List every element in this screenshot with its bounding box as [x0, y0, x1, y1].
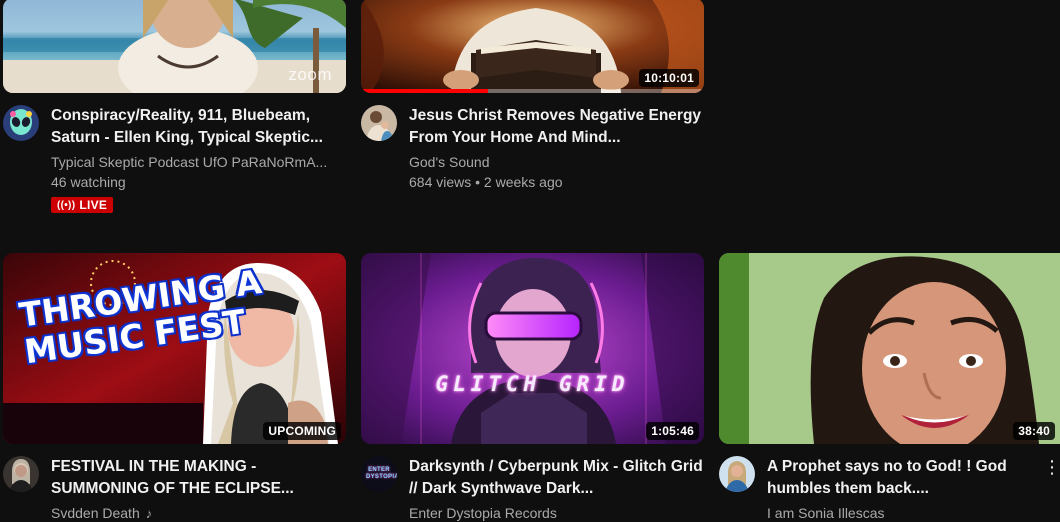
- video-card[interactable]: THROWING A MUSIC FEST UPCOMING FESTIVAL …: [3, 253, 346, 522]
- video-title[interactable]: A Prophet says no to God! ! God humbles …: [767, 456, 1036, 500]
- broadcast-icon: ((•)): [57, 199, 76, 211]
- video-title[interactable]: Darksynth / Cyberpunk Mix - Glitch Grid …: [409, 456, 704, 500]
- video-thumbnail[interactable]: 10:10:01: [361, 0, 704, 93]
- live-badge: ((•)) LIVE: [51, 197, 114, 213]
- alien-avatar-icon: [3, 105, 39, 141]
- duration-badge: 38:40: [1013, 422, 1055, 440]
- video-card[interactable]: GLITCH GRID 1:05:46 ENTER DYSTOPIA Darks…: [361, 253, 704, 522]
- channel-avatar[interactable]: [719, 456, 755, 492]
- video-thumbnail[interactable]: THROWING A MUSIC FEST UPCOMING: [3, 253, 346, 444]
- channel-avatar-image: [361, 105, 397, 141]
- channel-avatar-image: [3, 456, 39, 492]
- video-stats: 46 watching: [51, 174, 126, 190]
- channel-avatar-image: [719, 456, 755, 492]
- duration-badge: 10:10:01: [639, 69, 699, 87]
- video-title[interactable]: Jesus Christ Removes Negative Energy Fro…: [409, 105, 704, 149]
- channel-name[interactable]: I am Sonia Illescas: [767, 503, 1036, 522]
- upcoming-badge: UPCOMING: [263, 422, 341, 440]
- video-thumbnail[interactable]: GLITCH GRID 1:05:46: [361, 253, 704, 444]
- channel-avatar[interactable]: [3, 456, 39, 492]
- more-vert-icon[interactable]: ⋮: [1042, 456, 1060, 478]
- channel-name-text[interactable]: Svdden Death: [51, 505, 140, 521]
- channel-avatar[interactable]: [361, 105, 397, 141]
- video-thumbnail[interactable]: 38:40: [719, 253, 1060, 444]
- music-note-icon: ♪: [145, 506, 153, 521]
- video-thumbnail[interactable]: zoom: [3, 0, 346, 93]
- channel-avatar[interactable]: ENTER DYSTOPIA: [361, 456, 397, 492]
- video-title[interactable]: FESTIVAL IN THE MAKING - SUMMONING OF TH…: [51, 456, 346, 500]
- video-card[interactable]: zoom Conspiracy/Reality, 911, Bluebeam, …: [3, 0, 346, 213]
- channel-name[interactable]: Enter Dystopia Records: [409, 503, 704, 522]
- video-card[interactable]: 38:40 A Prophet says no to God! ! God hu…: [719, 253, 1060, 522]
- thumbnail-image: [361, 253, 704, 444]
- live-label: LIVE: [79, 198, 108, 212]
- channel-name[interactable]: Svdden Death ♪: [51, 503, 346, 522]
- zoom-watermark: zoom: [288, 65, 332, 84]
- channel-name[interactable]: Typical Skeptic Podcast UfO PaRaNoRmA...: [51, 152, 346, 172]
- watch-progress-bar: [361, 89, 488, 93]
- duration-badge: 1:05:46: [646, 422, 699, 440]
- video-title[interactable]: Conspiracy/Reality, 911, Bluebeam, Satur…: [51, 105, 346, 149]
- channel-avatar-text: ENTER DYSTOPIA: [366, 467, 397, 480]
- thumbnail-title-art: GLITCH GRID: [435, 372, 630, 396]
- channel-avatar[interactable]: [3, 105, 39, 141]
- video-card[interactable]: 10:10:01 Jesus Christ Removes Negative E…: [361, 0, 704, 192]
- thumbnail-image: [719, 253, 1060, 444]
- channel-name[interactable]: God's Sound: [409, 152, 704, 172]
- video-stats: 684 views • 2 weeks ago: [409, 174, 563, 190]
